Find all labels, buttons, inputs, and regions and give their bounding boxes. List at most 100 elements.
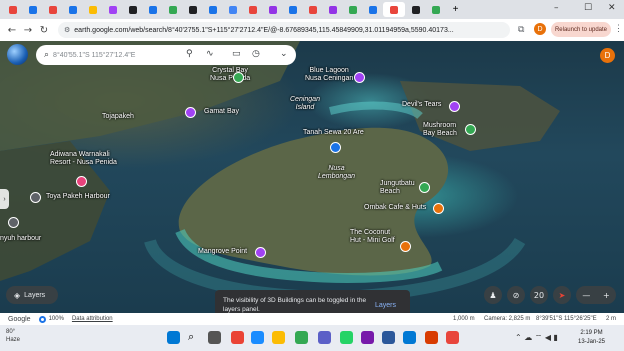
- place-label[interactable]: Tanah Sewa 20 Are: [303, 129, 364, 137]
- zoom-in-button[interactable]: +: [603, 291, 610, 300]
- place-label[interactable]: Gamat Bay: [204, 108, 239, 116]
- chrome-icon[interactable]: [231, 331, 244, 344]
- address-bar[interactable]: ⚙ earth.google.com/web/search/8°40'2755.…: [58, 22, 510, 38]
- browser-tab[interactable]: [163, 2, 182, 17]
- browser-tab[interactable]: [103, 2, 122, 17]
- place-marker-icon[interactable]: [400, 241, 411, 252]
- search-taskbar-icon[interactable]: ⌕: [188, 331, 201, 344]
- ruler-icon[interactable]: ▭: [232, 49, 241, 59]
- side-panel-toggle[interactable]: ›: [0, 189, 9, 209]
- place-label[interactable]: Mangrove Point: [198, 248, 247, 256]
- search-input[interactable]: 8°40'55.1"S 115°27'12.4"E: [53, 52, 135, 59]
- toast-layers-button[interactable]: Layers: [375, 301, 396, 310]
- layers-button[interactable]: ◈ Layers: [6, 286, 58, 304]
- place-marker-icon[interactable]: [30, 192, 41, 203]
- place-label[interactable]: The Coconut Hut - Mini Golf: [350, 229, 395, 245]
- zoom-out-button[interactable]: —: [582, 291, 590, 300]
- menu-dots-icon[interactable]: ⋮: [614, 23, 623, 34]
- minimize-button[interactable]: –: [554, 3, 559, 13]
- browser-tab[interactable]: [323, 2, 342, 17]
- place-marker-icon[interactable]: [8, 217, 19, 228]
- place-label[interactable]: Tojapakeh: [102, 113, 134, 121]
- browser-tab[interactable]: [143, 2, 162, 17]
- task-view-icon[interactable]: [208, 331, 221, 344]
- browser-tab[interactable]: [243, 2, 262, 17]
- place-marker-icon[interactable]: [233, 72, 244, 83]
- browser-tab[interactable]: [303, 2, 322, 17]
- reload-icon[interactable]: ↻: [36, 22, 52, 38]
- place-marker-icon[interactable]: [465, 124, 476, 135]
- directions-icon[interactable]: ∿: [206, 49, 214, 59]
- place-marker-icon[interactable]: [76, 176, 87, 187]
- place-label[interactable]: Mushroom Bay Beach: [423, 122, 457, 138]
- chrome-profile-icon[interactable]: [272, 331, 285, 344]
- place-marker-icon[interactable]: [419, 182, 430, 193]
- close-window-button[interactable]: ✕: [608, 3, 616, 13]
- place-marker-icon[interactable]: [185, 107, 196, 118]
- place-marker-icon[interactable]: [354, 72, 365, 83]
- place-marker-icon[interactable]: [255, 247, 266, 258]
- place-label[interactable]: Devil's Tears: [402, 101, 441, 109]
- browser-tab[interactable]: [383, 2, 405, 17]
- edge-icon[interactable]: [251, 331, 264, 344]
- forward-arrow-icon[interactable]: →: [20, 22, 36, 38]
- search-bar[interactable]: ⌕ 8°40'55.1"S 115°27'12.4"E ⚲ ∿ ▭ ◷ ⌄: [36, 45, 296, 65]
- profile-avatar[interactable]: D: [534, 23, 546, 35]
- extensions-icon[interactable]: ⧉: [518, 24, 524, 35]
- place-marker-icon[interactable]: [330, 142, 341, 153]
- browser-tab[interactable]: [63, 2, 82, 17]
- browser-tab[interactable]: [3, 2, 22, 17]
- maximize-button[interactable]: ☐: [584, 3, 592, 13]
- browser-tab[interactable]: [43, 2, 62, 17]
- whatsapp-icon[interactable]: [340, 331, 353, 344]
- 3d-toggle-icon[interactable]: ⊘: [507, 286, 525, 304]
- browser-tab[interactable]: [426, 2, 445, 17]
- browser-tab[interactable]: [23, 2, 42, 17]
- data-attribution-link[interactable]: Data attribution: [72, 316, 113, 322]
- location-pin-icon[interactable]: ⚲: [186, 49, 193, 59]
- place-label[interactable]: Crystal Bay Nusa Penida: [210, 67, 250, 83]
- browser-tab[interactable]: [343, 2, 362, 17]
- start-icon[interactable]: [167, 331, 180, 344]
- new-tab-button[interactable]: +: [446, 2, 465, 17]
- relaunch-update-button[interactable]: Relaunch to update: [551, 22, 611, 37]
- place-label[interactable]: Jungutbatu Beach: [380, 180, 415, 196]
- place-label[interactable]: nyuh harbour: [0, 235, 41, 243]
- place-label[interactable]: Toya Pakeh Harbour: [46, 193, 110, 201]
- powerpoint-icon[interactable]: [425, 331, 438, 344]
- clock[interactable]: 2:19 PM 13-Jan-25: [578, 329, 605, 347]
- compass-icon[interactable]: ➤: [553, 286, 571, 304]
- earth-logo[interactable]: [7, 44, 28, 65]
- app-icon[interactable]: [361, 331, 374, 344]
- browser-tab[interactable]: [123, 2, 142, 17]
- browser-tab[interactable]: [83, 2, 102, 17]
- teams-icon[interactable]: [318, 331, 331, 344]
- pegman-icon[interactable]: ♟: [484, 286, 502, 304]
- browser-tab[interactable]: [283, 2, 302, 17]
- place-label[interactable]: Ombak Cafe & Huts: [364, 204, 426, 212]
- browser-tab[interactable]: [406, 2, 425, 17]
- back-arrow-icon[interactable]: ←: [4, 22, 20, 38]
- place-label[interactable]: Ceningan Island: [290, 96, 320, 112]
- place-marker-icon[interactable]: [433, 203, 444, 214]
- weather-widget[interactable]: 80° Haze: [6, 328, 20, 344]
- place-label[interactable]: Nusa Lembongan: [318, 165, 355, 181]
- chevron-down-icon[interactable]: ⌄: [280, 49, 288, 59]
- chrome-icon-2[interactable]: [446, 331, 459, 344]
- account-avatar[interactable]: D: [600, 48, 615, 63]
- earth-viewport[interactable]: ⌕ 8°40'55.1"S 115°27'12.4"E ⚲ ∿ ▭ ◷ ⌄ D …: [0, 41, 624, 325]
- system-tray-icons[interactable]: ⌃ ☁ ⌔ ◀ ▮: [515, 333, 558, 343]
- place-marker-icon[interactable]: [449, 101, 460, 112]
- word-icon[interactable]: [382, 331, 395, 344]
- place-label[interactable]: Adiwana Warnakali Resort - Nusa Penida: [50, 151, 117, 167]
- browser-tab[interactable]: [183, 2, 202, 17]
- history-icon[interactable]: ◷: [252, 49, 260, 59]
- browser-tab[interactable]: [363, 2, 382, 17]
- browser-tab[interactable]: [223, 2, 242, 17]
- chrome-app-icon[interactable]: [295, 331, 308, 344]
- zoom-level-button[interactable]: 20: [530, 286, 548, 304]
- search-icon[interactable]: ⌕: [44, 50, 49, 60]
- browser-tab[interactable]: [263, 2, 282, 17]
- site-info-icon[interactable]: ⚙: [64, 26, 70, 34]
- browser-tab[interactable]: [203, 2, 222, 17]
